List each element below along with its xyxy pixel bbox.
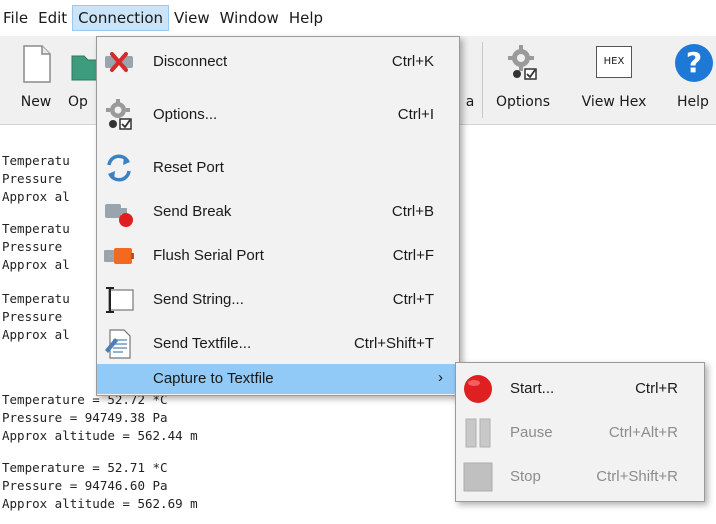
terminal-line: Approx altitude = 562.44 m: [2, 428, 198, 443]
reset-port-icon: [107, 154, 131, 182]
capture-submenu: Start... Ctrl+R Pause Ctrl+Alt+R Stop Ct…: [455, 362, 705, 502]
menu-item-label: Send Textfile...: [153, 335, 252, 352]
menu-bar: File Edit Connection View Window Help: [0, 0, 716, 36]
submenu-item-pause[interactable]: Pause Ctrl+Alt+R: [456, 413, 704, 453]
menu-item-label: Send Break: [153, 203, 232, 220]
submenu-item-shortcut: Ctrl+Shift+R: [596, 468, 678, 485]
terminal-line: Temperatu: [2, 291, 70, 306]
record-icon: [464, 375, 492, 403]
menu-item-shortcut: Ctrl+Shift+T: [353, 335, 434, 352]
menu-item-shortcut: Ctrl+F: [392, 247, 434, 264]
menu-item-label: Send String...: [153, 291, 244, 308]
options-button[interactable]: Options: [487, 36, 559, 124]
submenu-item-stop[interactable]: Stop Ctrl+Shift+R: [456, 457, 704, 497]
terminal-line: Approx al: [2, 327, 70, 342]
menu-edit[interactable]: Edit: [33, 5, 72, 31]
flush-port-icon: [104, 248, 134, 264]
submenu-item-shortcut: Ctrl+R: [635, 380, 678, 397]
stop-icon: [463, 462, 493, 492]
terminal-line: Pressure: [2, 171, 70, 186]
menu-item-shortcut: Ctrl+I: [397, 106, 434, 123]
disconnect-icon: [105, 52, 133, 72]
submenu-item-start[interactable]: Start... Ctrl+R: [456, 369, 704, 409]
menu-item-disconnect[interactable]: Disconnect Ctrl+K: [97, 43, 459, 81]
textfile-icon: [105, 329, 131, 359]
submenu-item-shortcut: Ctrl+Alt+R: [608, 424, 678, 441]
menu-item-label: Flush Serial Port: [153, 247, 264, 264]
help-icon: ?: [675, 44, 713, 82]
open-button[interactable]: Op: [64, 36, 105, 124]
view-hex-button[interactable]: HEX View Hex: [565, 36, 663, 124]
menu-item-capture-to-textfile[interactable]: Capture to Textfile ›: [97, 364, 459, 394]
terminal-line: Pressure = 94749.38 Pa: [2, 410, 168, 425]
terminal-line: Temperatu: [2, 153, 70, 168]
menu-view[interactable]: View: [169, 5, 215, 31]
send-break-icon: [105, 204, 133, 227]
menu-item-label: Options...: [153, 106, 218, 123]
terminal-line: Pressure = 94746.60 Pa: [2, 478, 168, 493]
terminal-line: Approx al: [2, 257, 70, 272]
toolbar-separator: [482, 42, 483, 118]
menu-item-shortcut: Ctrl+T: [392, 291, 434, 308]
menu-window[interactable]: Window: [215, 5, 284, 31]
help-button[interactable]: ? Help: [663, 36, 716, 124]
pause-icon: [465, 418, 491, 448]
connection-menu: Disconnect Ctrl+K Options... Ctrl+I Rese…: [96, 36, 460, 396]
menu-item-shortcut: Ctrl+B: [391, 203, 434, 220]
menu-item-flush-serial-port[interactable]: Flush Serial Port Ctrl+F: [97, 237, 459, 275]
text-cursor-icon: [106, 287, 134, 313]
menu-item-shortcut: Ctrl+K: [391, 53, 434, 70]
submenu-arrow-icon: ›: [438, 369, 443, 386]
options-gear-icon: [508, 45, 537, 80]
menu-file[interactable]: File: [0, 5, 33, 31]
view-hex-label: View Hex: [581, 94, 647, 110]
menu-connection[interactable]: Connection: [72, 5, 170, 31]
menu-item-label: Disconnect: [153, 53, 228, 70]
menu-item-label: Capture to Textfile: [153, 370, 274, 387]
menu-item-label: Reset Port: [153, 159, 224, 176]
new-document-icon: [23, 45, 51, 83]
submenu-item-label: Start...: [510, 380, 555, 397]
options-gear-icon: [106, 99, 132, 130]
terminal-line: Pressure: [2, 239, 70, 254]
menu-item-send-textfile[interactable]: Send Textfile... Ctrl+Shift+T: [97, 325, 459, 363]
hex-icon: HEX: [596, 46, 632, 78]
new-label: New: [20, 94, 52, 110]
hidden-toolbar-label: a: [465, 94, 475, 110]
terminal-line: Approx altitude = 562.69 m: [2, 496, 198, 511]
menu-item-send-string[interactable]: Send String... Ctrl+T: [97, 281, 459, 319]
help-label: Help: [677, 94, 709, 110]
new-button[interactable]: New: [8, 36, 64, 124]
terminal-line: Approx al: [2, 189, 70, 204]
submenu-item-label: Stop: [510, 468, 541, 485]
terminal-line: Temperatu: [2, 221, 70, 236]
menu-help[interactable]: Help: [284, 5, 328, 31]
options-label: Options: [495, 94, 551, 110]
terminal-line: Pressure: [2, 309, 70, 324]
menu-item-reset-port[interactable]: Reset Port: [97, 149, 459, 187]
terminal-line: Temperature = 52.71 *C: [2, 460, 168, 475]
menu-item-send-break[interactable]: Send Break Ctrl+B: [97, 193, 459, 231]
submenu-item-label: Pause: [510, 424, 553, 441]
menu-item-options[interactable]: Options... Ctrl+I: [97, 96, 459, 134]
